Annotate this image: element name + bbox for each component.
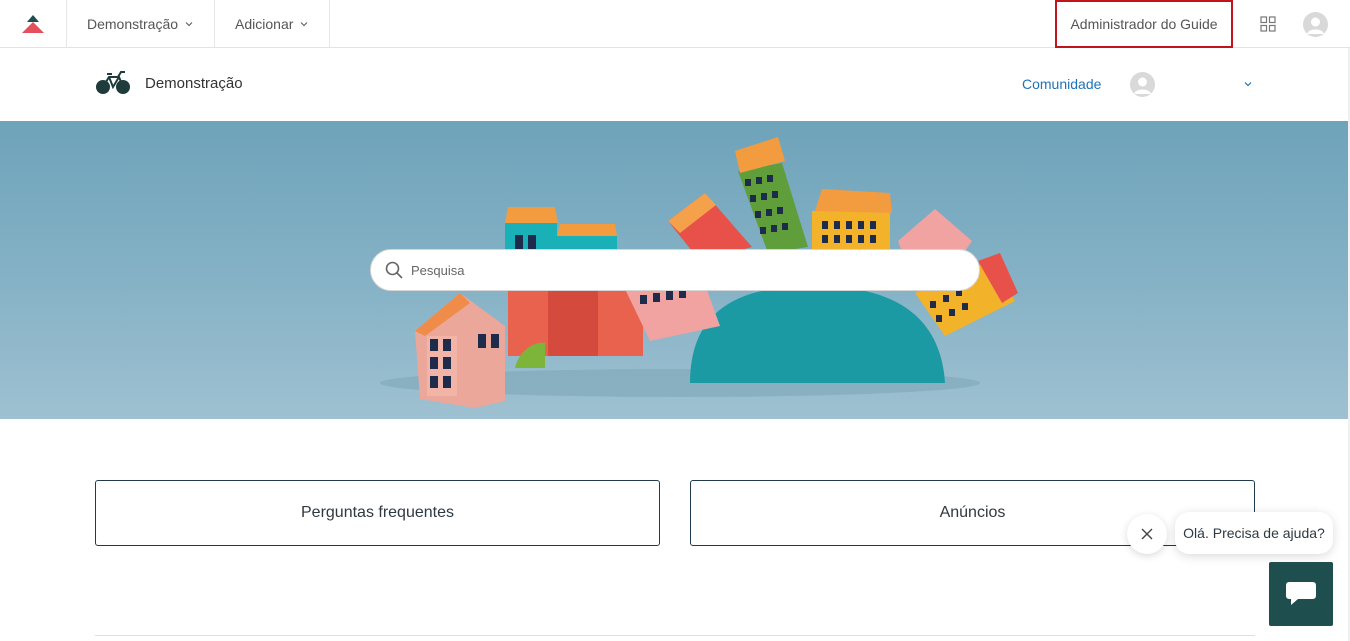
guide-admin-button[interactable]: Administrador do Guide	[1055, 0, 1233, 48]
zendesk-logo-icon	[22, 14, 44, 33]
brand-name: Demonstração	[145, 74, 243, 92]
community-link[interactable]: Comunidade	[1022, 76, 1101, 92]
site-header: Demonstração Comunidade	[0, 48, 1350, 121]
chevron-down-icon	[300, 21, 308, 26]
user-avatar-icon[interactable]	[1303, 12, 1328, 37]
search-bar[interactable]	[370, 249, 980, 291]
chat-launcher-button[interactable]	[1269, 562, 1333, 626]
chat-close-button[interactable]	[1127, 514, 1167, 554]
announcements-block-label: Anúncios	[939, 504, 1006, 521]
search-icon	[385, 261, 403, 279]
product-logo[interactable]	[0, 0, 67, 47]
grid-icon[interactable]	[1258, 14, 1278, 34]
chevron-down-icon	[185, 21, 193, 26]
chat-greeting-text: Olá. Precisa de ajuda?	[1183, 525, 1325, 541]
guide-admin-label: Administrador do Guide	[1070, 16, 1218, 32]
user-menu-avatar[interactable]	[1130, 72, 1155, 97]
hero-banner	[0, 121, 1350, 419]
demo-menu[interactable]: Demonstração	[67, 0, 216, 47]
chat-icon	[1286, 582, 1316, 605]
close-icon	[1141, 528, 1153, 540]
faq-block[interactable]: Perguntas frequentes	[95, 480, 660, 546]
add-menu[interactable]: Adicionar	[215, 0, 331, 47]
announcements-block[interactable]: Anúncios	[690, 480, 1255, 546]
demo-menu-label: Demonstração	[87, 15, 179, 32]
faq-block-label: Perguntas frequentes	[301, 504, 454, 521]
brand-home-link[interactable]: Demonstração	[95, 70, 243, 96]
bicycle-logo-icon	[96, 71, 130, 94]
add-menu-label: Adicionar	[235, 15, 294, 32]
chat-greeting-bubble[interactable]: Olá. Precisa de ajuda?	[1175, 512, 1333, 554]
search-input[interactable]	[411, 262, 951, 278]
chevron-down-icon[interactable]	[1243, 79, 1253, 89]
section-divider	[95, 635, 1255, 636]
